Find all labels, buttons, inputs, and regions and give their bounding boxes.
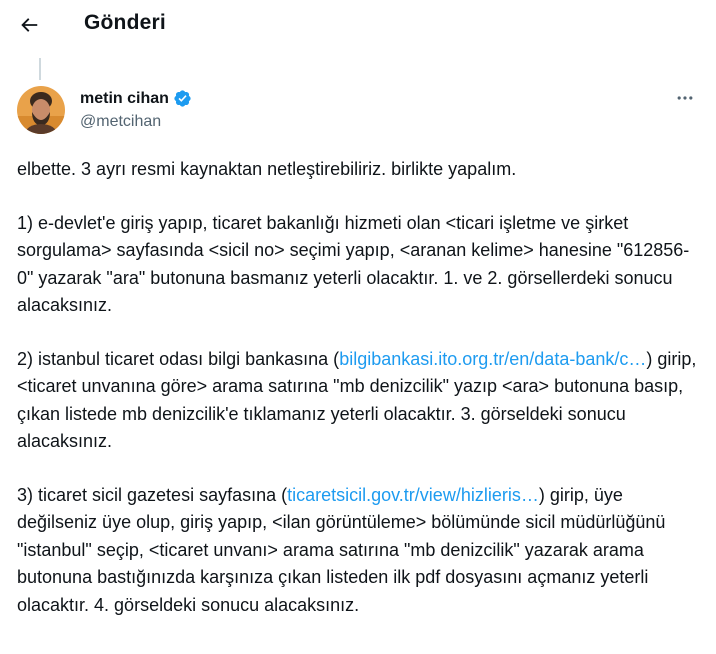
page-title: Gönderi xyxy=(84,11,166,34)
tweet-paragraph-4-text-start: 3) ticaret sicil gazetesi sayfasına ( xyxy=(17,484,288,505)
verified-badge-icon xyxy=(173,89,192,108)
tweet-paragraph-4: 3) ticaret sicil gazetesi sayfasına (tic… xyxy=(17,482,703,620)
tweet-detail-page: Gönderi metin cihan @metcihan elbette. 3… xyxy=(0,0,716,654)
page-header: Gönderi xyxy=(0,0,716,50)
author-name[interactable]: metin cihan xyxy=(80,89,192,108)
back-arrow-icon xyxy=(21,18,38,32)
thread-connector-line xyxy=(39,58,41,80)
tweet-text: elbette. 3 ayrı resmi kaynaktan netleşti… xyxy=(17,156,703,645)
tweet-paragraph-3: 2) istanbul ticaret odası bilgi bankasın… xyxy=(17,346,703,456)
avatar[interactable] xyxy=(17,86,65,134)
tweet-paragraph-2: 1) e-devlet'e giriş yapıp, ticaret bakan… xyxy=(17,212,690,316)
tweet-paragraph-1: elbette. 3 ayrı resmi kaynaktan netleşti… xyxy=(17,159,517,179)
back-button[interactable] xyxy=(12,8,46,42)
link-ticaretsicil[interactable]: ticaretsicil.gov.tr/view/hizlieris… xyxy=(287,485,539,505)
author-handle[interactable]: @metcihan xyxy=(80,113,161,131)
link-bilgibankasi[interactable]: bilgibankasi.ito.org.tr/en/data-bank/c… xyxy=(339,349,646,369)
tweet-paragraph-3-text-start: 2) istanbul ticaret odası bilgi bankasın… xyxy=(17,348,340,369)
avatar-image xyxy=(17,86,65,134)
more-options-button[interactable] xyxy=(670,86,700,110)
more-horizontal-icon xyxy=(677,96,693,100)
author-name-text: metin cihan xyxy=(80,89,169,107)
